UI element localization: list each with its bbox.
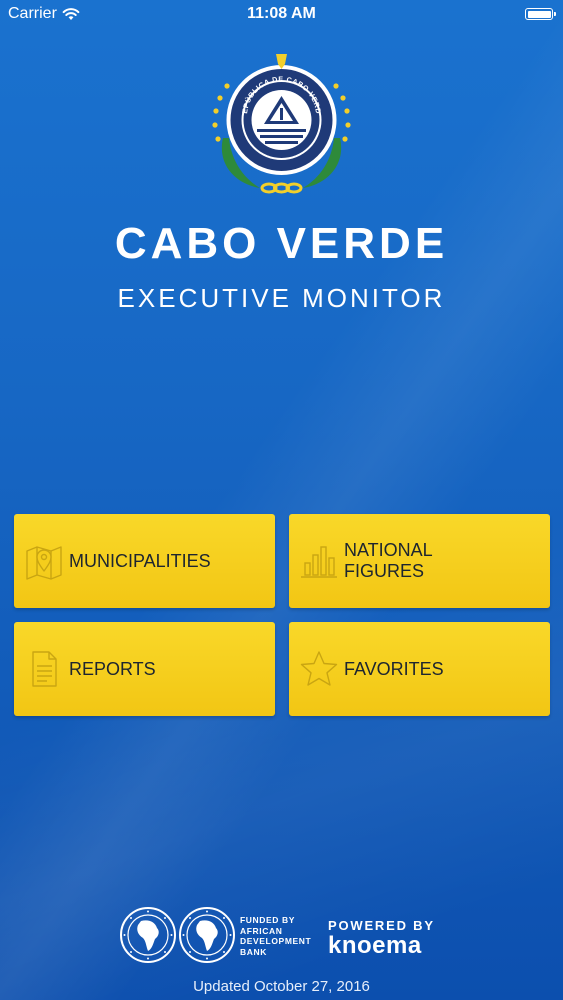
funded-by-text: FUNDED BY AFRICAN DEVELOPMENT BANK [240,915,320,957]
favorites-label: FAVORITES [344,658,444,679]
powered-by-label: POWERED BY [328,918,435,933]
funded-by-line: DEVELOPMENT [240,936,312,946]
reports-button[interactable]: REPORTS [14,622,275,716]
funded-by-line: BANK [240,946,267,957]
document-icon [32,651,57,687]
favorites-button[interactable]: FAVORITES [289,622,550,716]
status-time: 11:08 AM [247,5,316,22]
battery-icon [525,8,556,20]
national-figures-button[interactable]: NATIONAL FIGURES [289,514,550,608]
afdb-logo-left [120,907,176,963]
funded-by-line: AFRICAN [240,925,283,936]
national-figures-label-line1: NATIONAL [344,540,433,560]
funded-by-line: FUNDED BY [240,915,295,925]
app-title: CABO VERDE [114,219,449,268]
star-icon [300,651,338,686]
bar-chart-icon [301,546,337,578]
reports-label: REPORTS [69,658,156,679]
updated-date: Updated October 27, 2016 [193,978,370,995]
status-bar: Carrier 11:08 AM [0,0,563,30]
cabo-verde-emblem: REPÚBLICA DE CABO VERDE [205,52,351,194]
national-figures-label: NATIONAL FIGURES [344,540,534,582]
municipalities-label: MUNICIPALITIES [69,550,211,571]
app-subtitle: EXECUTIVE MONITOR [117,283,446,313]
map-pin-icon [26,546,62,580]
powered-by-knoema[interactable]: POWERED BY knoema [328,918,458,959]
knoema-brand: knoema [328,932,422,959]
afdb-logo-right [179,907,235,963]
national-figures-label-line2: FIGURES [344,561,425,581]
municipalities-button[interactable]: MUNICIPALITIES [14,514,275,608]
